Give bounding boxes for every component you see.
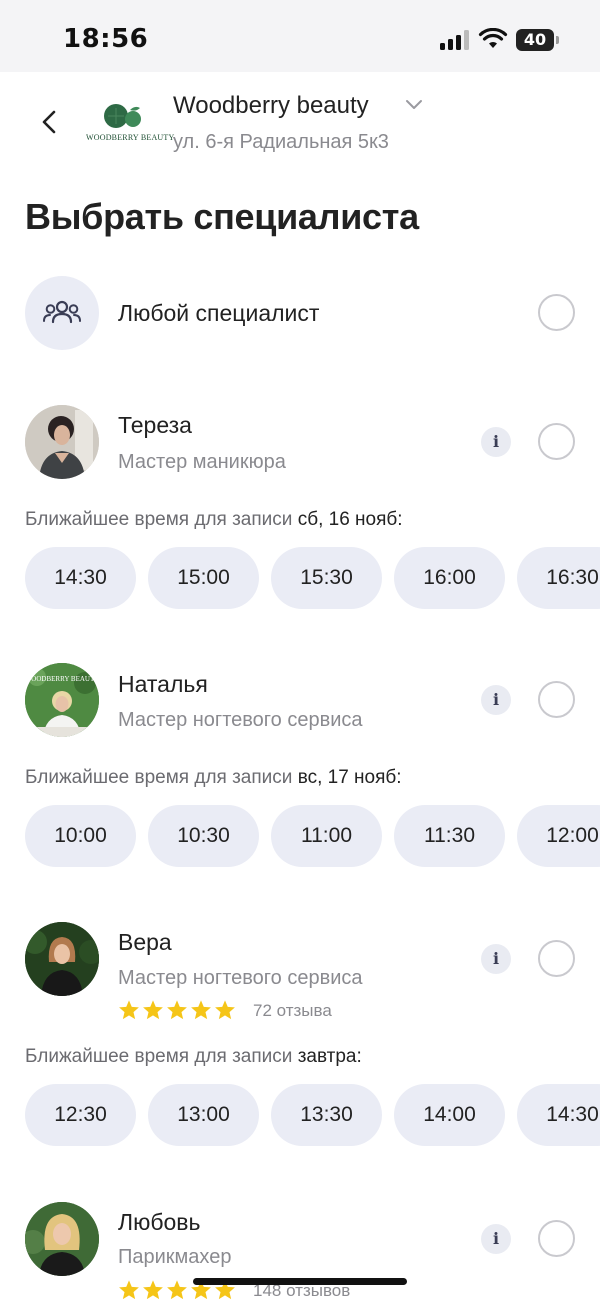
specialist-role: Мастер ногтевого сервиса [118,709,363,731]
specialist-name: Любовь [118,1209,201,1235]
time-slot[interactable]: 10:30 [148,805,259,867]
star-icon [167,1280,187,1299]
info-icon[interactable]: i [481,1224,511,1254]
salon-name[interactable]: Woodberry beauty [173,92,369,120]
time-slots: 10:00 10:30 11:00 11:30 12:00 [25,805,600,867]
time-slots: 14:30 15:00 15:30 16:00 16:30 [25,547,600,609]
nearest-time-label: Ближайшее время для записи вс, 17 нояб: [25,767,402,789]
time-slot[interactable]: 14:00 [394,1084,505,1146]
avatar[interactable] [25,405,99,479]
time-slot[interactable]: 12:30 [25,1084,136,1146]
status-bar: 18:56 40 [0,0,600,72]
group-avatar [25,276,99,350]
battery-icon: 40 [516,29,554,51]
chevron-down-icon[interactable] [405,99,423,111]
battery-tip [556,36,559,44]
nearest-label-text: Ближайшее время для записи [25,767,293,788]
time-slot[interactable]: 10:00 [25,805,136,867]
rating-stars [118,999,248,1021]
person-photo [25,1202,99,1276]
salon-address: ул. 6-я Радиальная 5к3 [173,131,389,153]
star-icon [119,1000,139,1020]
info-icon[interactable]: i [481,944,511,974]
specialist-role: Мастер ногтевого сервиса [118,967,363,989]
logo-text: WOODBERRY BEAUTY [86,133,175,142]
specialist-radio[interactable] [538,681,575,718]
specialist-name: Наталья [118,671,208,697]
back-arrow-icon[interactable] [34,106,66,138]
any-specialist-row[interactable]: Любой специалист [0,276,600,350]
time-slot[interactable]: 11:30 [394,805,505,867]
nearest-label-text: Ближайшее время для записи [25,1046,293,1067]
star-icon [167,1000,187,1020]
leaf-logo-icon [104,104,141,128]
specialist-role: Парикмахер [118,1246,232,1268]
people-group-icon [43,300,81,324]
wifi-icon [478,28,508,48]
avatar[interactable] [25,1202,99,1276]
time-slot[interactable]: 13:00 [148,1084,259,1146]
person-photo [25,405,99,479]
nearest-time-label: Ближайшее время для записи сб, 16 нояб: [25,509,403,531]
specialist-name: Вера [118,929,172,955]
avatar[interactable] [25,922,99,996]
time-slot[interactable]: 11:00 [271,805,382,867]
specialist-role: Мастер маникюра [118,451,286,473]
star-icon [191,1000,211,1020]
status-time: 18:56 [63,24,149,54]
star-icon [143,1000,163,1020]
time-slot[interactable]: 16:00 [394,547,505,609]
salon-logo: WOODBERRY BEAUTY [86,100,175,146]
time-slot[interactable]: 15:00 [148,547,259,609]
time-slot[interactable]: 16:30 [517,547,600,609]
time-slots: 12:30 13:00 13:30 14:00 14:30 [25,1084,600,1146]
specialist-radio[interactable] [538,1220,575,1257]
info-icon[interactable]: i [481,427,511,457]
avatar[interactable]: WOODBERRY BEAUTY [25,663,99,737]
info-icon[interactable]: i [481,685,511,715]
reviews-count[interactable]: 72 отзыва [253,1001,332,1021]
nearest-date: сб, 16 нояб: [297,509,403,530]
any-specialist-radio[interactable] [538,294,575,331]
specialist-radio[interactable] [538,423,575,460]
nearest-date: завтра: [297,1046,362,1067]
star-icon [119,1280,139,1299]
specialist-name: Тереза [118,412,192,438]
star-icon [143,1280,163,1299]
nearest-time-label: Ближайшее время для записи завтра: [25,1046,362,1068]
time-slot[interactable]: 13:30 [271,1084,382,1146]
specialist-card-vera: Вера Мастер ногтевого сервиса i 72 отзыв… [0,922,600,1147]
svg-text:WOODBERRY BEAUTY: WOODBERRY BEAUTY [25,675,99,683]
any-specialist-label: Любой специалист [118,300,320,326]
star-icon [215,1000,235,1020]
nearest-date: вс, 17 нояб: [297,767,402,788]
cellular-signal-icon [440,30,470,50]
home-indicator[interactable] [193,1278,407,1285]
salon-header: WOODBERRY BEAUTY Woodberry beauty ул. 6-… [0,72,600,172]
person-photo: WOODBERRY BEAUTY [25,663,99,737]
time-slot[interactable]: 14:30 [517,1084,600,1146]
specialist-card-tereza: Тереза Мастер маникюра i Ближайшее время… [0,405,600,615]
specialist-radio[interactable] [538,940,575,977]
specialist-card-natalya: WOODBERRY BEAUTY Наталья Мастер ногтевог… [0,663,600,873]
nearest-label-text: Ближайшее время для записи [25,509,293,530]
page-title: Выбрать специалиста [25,196,419,237]
time-slot[interactable]: 15:30 [271,547,382,609]
person-photo [25,922,99,996]
time-slot[interactable]: 14:30 [25,547,136,609]
time-slot[interactable]: 12:00 [517,805,600,867]
